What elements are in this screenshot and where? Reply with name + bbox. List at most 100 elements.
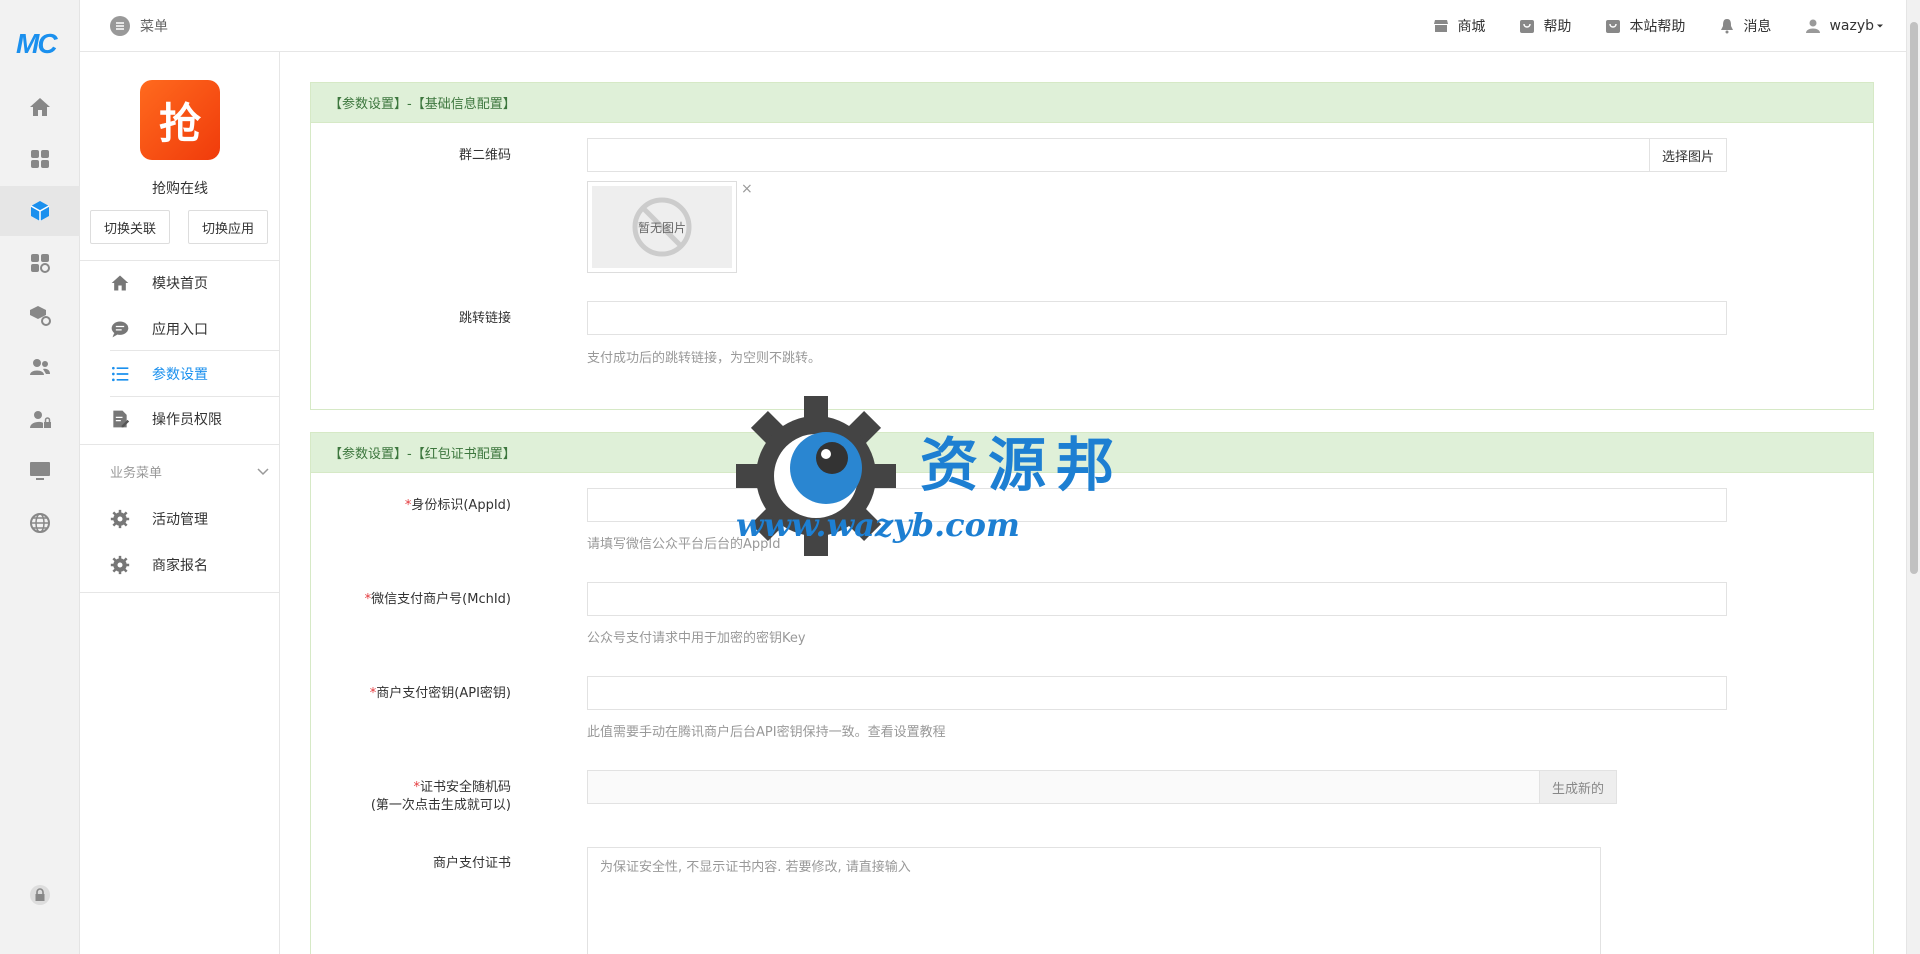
switch-app-button[interactable]: 切换应用	[188, 210, 268, 244]
module-sidebar: 抢 抢购在线 切换关联 切换应用 模块首页 应用入口 参数设置 操作员权限 业务…	[80, 52, 280, 954]
chat-icon	[111, 321, 129, 338]
sidebar-item-app-entry[interactable]: 应用入口	[80, 307, 280, 351]
appid-input[interactable]	[588, 489, 1726, 521]
sidebar-item-activity-management[interactable]: 活动管理	[80, 497, 280, 541]
panel-cert-config: 【参数设置】-【红包证书配置】 *身份标识(AppId) 请填写微信公众平台后台…	[310, 432, 1874, 954]
nav-site-help-label: 本站帮助	[1629, 19, 1686, 35]
nav-store-label: 商城	[1457, 19, 1486, 35]
cert-label: 商户支付证书	[432, 856, 511, 871]
rail-modules[interactable]	[0, 186, 80, 236]
mchid-label: *微信支付商户号(MchId)	[311, 591, 511, 609]
rail-plugins[interactable]	[0, 238, 80, 288]
apikey-label: *商户支付密钥(API密钥)	[311, 685, 511, 703]
redirect-field	[587, 301, 1727, 335]
cert-textarea[interactable]	[587, 847, 1601, 954]
home-icon	[111, 275, 129, 291]
main-content: 【参数设置】-【基础信息配置】 群二维码 选择图片 暂无图片 × 跳转链接 支付…	[280, 52, 1906, 954]
menu-label: 菜单	[140, 19, 168, 35]
no-image-text: 暂无图片	[637, 220, 686, 235]
sidebar-item-label: 模块首页	[152, 276, 208, 292]
appid-label: *身份标识(AppId)	[311, 497, 511, 515]
rail-lock[interactable]	[0, 870, 80, 920]
sidebar-item-operator-permission[interactable]: 操作员权限	[80, 397, 280, 441]
random-label-sub: (第一次点击生成就可以)	[370, 798, 511, 813]
apikey-field	[587, 676, 1727, 710]
divider	[80, 592, 280, 593]
nav-store[interactable]: 商城	[1433, 16, 1485, 36]
package-gear-icon	[30, 306, 51, 326]
appid-help: 请填写微信公众平台后台的AppId	[587, 537, 781, 552]
divider	[80, 444, 280, 445]
lock-icon	[30, 885, 50, 905]
page-scrollbar[interactable]	[1906, 0, 1920, 954]
rail-system[interactable]	[0, 446, 80, 496]
appid-label-text: 身份标识(AppId)	[411, 498, 511, 513]
rail-apps[interactable]	[0, 134, 80, 184]
panel-basic-info-title: 【参数设置】-【基础信息配置】	[311, 83, 1873, 123]
rail-sites[interactable]	[0, 498, 80, 548]
nav-messages[interactable]: 消息	[1719, 16, 1771, 36]
panel-cert-config-title: 【参数设置】-【红包证书配置】	[311, 433, 1873, 473]
remove-image-button[interactable]: ×	[741, 181, 753, 197]
store-icon	[1434, 20, 1449, 32]
menu-list-icon	[110, 16, 130, 36]
bag-icon	[1606, 20, 1621, 33]
redirect-help: 支付成功后的跳转链接，为空则不跳转。	[587, 351, 822, 366]
random-input[interactable]	[588, 771, 1616, 803]
qrcode-label: 群二维码	[458, 148, 511, 163]
sidebar-item-module-home[interactable]: 模块首页	[80, 261, 280, 305]
icon-rail: MC	[0, 0, 80, 954]
rail-packages[interactable]	[0, 290, 80, 340]
sidebar-item-label: 应用入口	[152, 322, 208, 338]
nav-user-menu[interactable]: wazyb	[1805, 16, 1884, 36]
mchid-label-text: 微信支付商户号(MchId)	[371, 592, 511, 607]
sidebar-item-label: 活动管理	[152, 512, 208, 528]
redirect-input[interactable]	[588, 302, 1726, 334]
globe-icon	[30, 513, 50, 533]
gear-icon	[110, 509, 130, 529]
top-nav: 商城 帮助 本站帮助 消息 wazyb	[1433, 16, 1884, 36]
rail-users[interactable]	[0, 342, 80, 392]
apikey-input[interactable]	[588, 677, 1726, 709]
apikey-label-text: 商户支付密钥(API密钥)	[376, 686, 511, 701]
random-label: *证书安全随机码 (第一次点击生成就可以)	[311, 779, 511, 815]
home-icon	[30, 98, 50, 116]
bell-icon	[1721, 19, 1734, 34]
caret-down-icon	[1877, 24, 1883, 28]
monitor-icon	[30, 462, 50, 480]
user-lock-icon	[30, 411, 51, 428]
scrollbar-thumb[interactable]	[1910, 22, 1918, 574]
generate-random-button[interactable]: 生成新的	[1538, 770, 1617, 804]
apps-gear-icon	[31, 254, 50, 273]
panel-basic-info: 【参数设置】-【基础信息配置】 群二维码 选择图片 暂无图片 × 跳转链接 支付…	[310, 82, 1874, 410]
business-menu-title: 业务菜单	[110, 466, 163, 481]
random-field: 生成新的	[587, 770, 1617, 804]
app-logo: 抢	[140, 80, 220, 160]
rail-home[interactable]	[0, 82, 80, 132]
qrcode-input[interactable]	[588, 139, 1726, 171]
sidebar-item-merchant-signup[interactable]: 商家报名	[80, 543, 280, 587]
choose-image-button[interactable]: 选择图片	[1648, 138, 1727, 172]
nav-messages-label: 消息	[1743, 19, 1772, 35]
nav-site-help[interactable]: 本站帮助	[1605, 16, 1685, 36]
qrcode-preview: 暂无图片	[587, 181, 737, 273]
nav-help[interactable]: 帮助	[1519, 16, 1571, 36]
menu-toggle[interactable]: 菜单	[110, 16, 168, 36]
mchid-input[interactable]	[588, 583, 1726, 615]
cube-icon	[30, 201, 50, 221]
bag-icon	[1520, 20, 1535, 33]
app-logo-char: 抢	[158, 98, 201, 148]
business-menu-header[interactable]: 业务菜单	[110, 462, 270, 481]
nav-username: wazyb	[1829, 18, 1874, 34]
divider	[110, 350, 280, 351]
switch-link-button[interactable]: 切换关联	[90, 210, 170, 244]
user-icon	[1806, 19, 1821, 33]
sidebar-item-settings[interactable]: 参数设置	[80, 352, 280, 396]
brand-logo[interactable]: MC	[16, 28, 64, 59]
mchid-help: 公众号支付请求中用于加密的密钥Key	[587, 631, 806, 646]
mchid-field	[587, 582, 1727, 616]
apikey-help: 此值需要手动在腾讯商户后台API密钥保持一致。查看设置教程	[587, 725, 946, 740]
rail-user-permission[interactable]	[0, 394, 80, 444]
gear-icon	[110, 555, 130, 575]
nav-help-label: 帮助	[1543, 19, 1572, 35]
